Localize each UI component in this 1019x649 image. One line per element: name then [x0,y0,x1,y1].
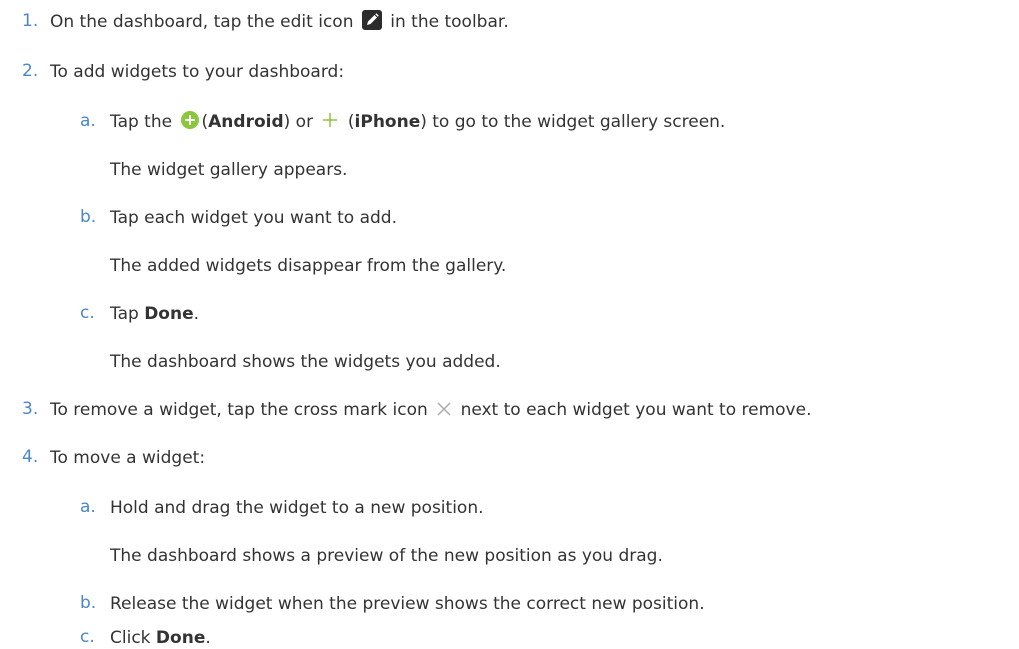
step-2a: Tap the (Android) or (iPhone) to go to t… [110,111,725,133]
substep-letter: a. [80,111,96,131]
step-text: On the dashboard, tap the edit icon [50,12,354,32]
step-text: . [193,304,200,324]
step-4a: Hold and drag the widget to a new positi… [110,498,484,518]
done-label: Done [155,628,206,648]
step-2a-result: The widget gallery appears. [110,160,348,180]
step-text: . [205,628,211,648]
substep-letter: c. [80,627,95,647]
step-text: Tap [110,304,145,324]
step-4: To move a widget: [50,448,206,468]
substep-letter: c. [80,303,95,323]
step-4c: Click Done. [110,627,211,649]
step-number: 4. [22,447,39,467]
platform-android: Android [208,112,284,132]
platform-iphone: iPhone [354,112,421,132]
step-number: 1. [22,11,39,31]
step-text: To add widgets to your dashboard: [50,62,345,82]
iphone-add-icon [321,111,339,129]
step-4b: Release the widget when the preview show… [110,594,705,614]
cross-mark-icon [436,401,452,417]
step-text: Tap the [110,112,178,132]
step-3: To remove a widget, tap the cross mark i… [50,399,811,421]
step-1: On the dashboard, tap the edit icon in t… [50,10,509,33]
done-label: Done [144,304,194,324]
step-2c: Tap Done. [110,303,199,325]
substep-letter: b. [80,593,97,613]
edit-icon [361,10,382,30]
step-2c-result: The dashboard shows the widgets you adde… [110,352,501,372]
step-text: next to each widget you want to remove. [460,400,812,420]
step-text: ) or [283,112,319,132]
step-text: To remove a widget, tap the cross mark i… [50,400,428,420]
step-number: 2. [22,61,39,81]
step-2: To add widgets to your dashboard: [50,61,344,83]
step-number: 3. [22,399,39,419]
substep-letter: a. [80,497,96,517]
step-text: ) to go to the widget gallery screen. [420,112,726,132]
step-2b-result: The added widgets disappear from the gal… [110,256,507,276]
step-text: in the toolbar. [390,12,509,32]
step-text: Click [110,628,156,648]
substep-letter: b. [80,207,97,227]
step-text: ( [342,112,355,132]
android-add-icon [180,111,199,129]
step-2b: Tap each widget you want to add. [110,208,397,228]
step-4a-result: The dashboard shows a preview of the new… [110,546,663,566]
